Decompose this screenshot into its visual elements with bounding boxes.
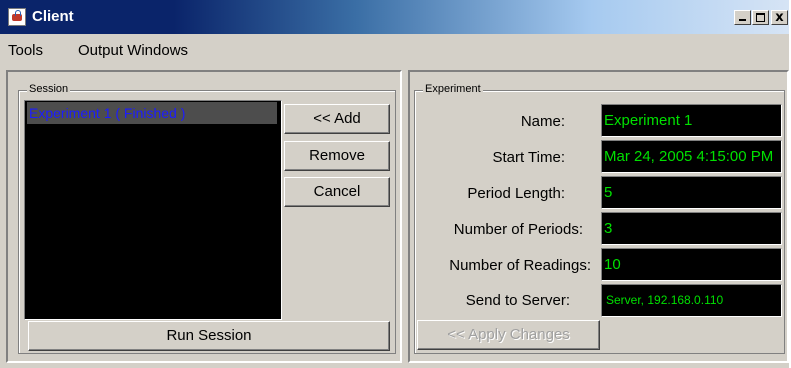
send-to-server-label: Send to Server: (465, 292, 570, 309)
close-button[interactable]: x (771, 10, 788, 25)
maximize-button[interactable] (752, 10, 769, 25)
number-of-readings-field[interactable]: 10 (601, 248, 782, 281)
cancel-button[interactable]: Cancel (284, 177, 390, 207)
title-bar[interactable]: Client x (0, 0, 789, 34)
apply-changes-button[interactable]: << Apply Changes (417, 320, 600, 350)
period-length-field[interactable]: 5 (601, 176, 782, 209)
menu-bar: Tools Output Windows (0, 36, 789, 66)
number-of-periods-label: Number of Periods: (453, 221, 583, 238)
name-field[interactable]: Experiment 1 (601, 104, 782, 137)
menu-output-windows[interactable]: Output Windows (78, 42, 188, 60)
window-title: Client (32, 8, 74, 25)
start-time-label: Start Time: (492, 149, 565, 166)
client-window: Client x Tools Output Windows Session Ex… (0, 0, 789, 368)
menu-tools[interactable]: Tools (8, 42, 43, 60)
start-time-field[interactable]: Mar 24, 2005 4:15:00 PM (601, 140, 782, 173)
session-list[interactable]: Experiment 1 ( Finished ) (24, 100, 282, 320)
add-button[interactable]: << Add (284, 104, 390, 134)
name-label: Name: (520, 113, 565, 130)
period-length-label: Period Length: (467, 185, 565, 202)
remove-button[interactable]: Remove (284, 141, 390, 171)
session-legend: Session (27, 83, 71, 96)
send-to-server-select[interactable]: Server, 192.168.0.110 (601, 284, 782, 317)
run-session-button[interactable]: Run Session (28, 321, 390, 351)
list-item[interactable]: Experiment 1 ( Finished ) (27, 102, 277, 124)
java-app-icon[interactable] (8, 8, 26, 26)
number-of-periods-field[interactable]: 3 (601, 212, 782, 245)
experiment-legend: Experiment (423, 83, 483, 96)
minimize-button[interactable] (734, 10, 751, 25)
number-of-readings-label: Number of Readings: (449, 257, 591, 274)
